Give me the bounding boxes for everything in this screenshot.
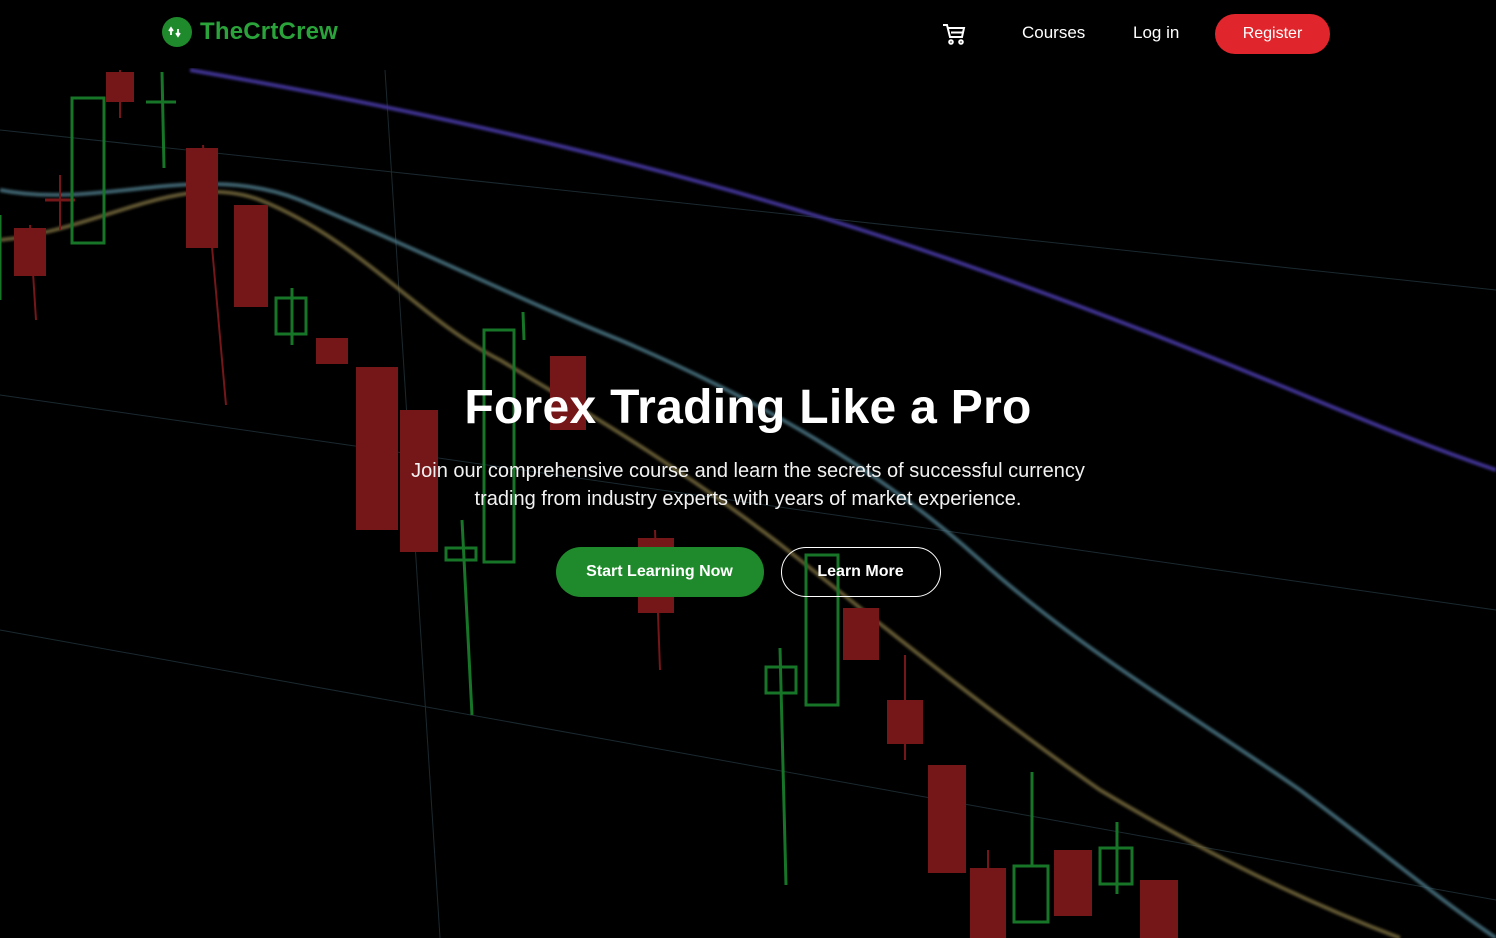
hero-subtitle: Join our comprehensive course and learn … (411, 460, 1085, 510)
nav-link-courses[interactable]: Courses (1022, 23, 1085, 43)
trend-arrows-icon (162, 17, 192, 47)
top-navbar: TheCrtCrew Courses Log in Register (0, 0, 1496, 68)
brand-logo[interactable]: TheCrtCrew (162, 17, 338, 47)
start-learning-button[interactable]: Start Learning Now (555, 547, 764, 597)
learn-more-button[interactable]: Learn More (780, 547, 941, 597)
hero-buttons: Start Learning Now Learn More (0, 547, 1496, 597)
brand-name: TheCrtCrew (200, 18, 339, 45)
nav-link-login[interactable]: Log in (1133, 23, 1179, 43)
hero-section: Forex Trading Like a Pro Join our compre… (0, 380, 1496, 597)
hero-title: Forex Trading Like a Pro (464, 381, 1032, 434)
cart-icon[interactable] (941, 21, 967, 47)
register-button[interactable]: Register (1215, 14, 1330, 54)
